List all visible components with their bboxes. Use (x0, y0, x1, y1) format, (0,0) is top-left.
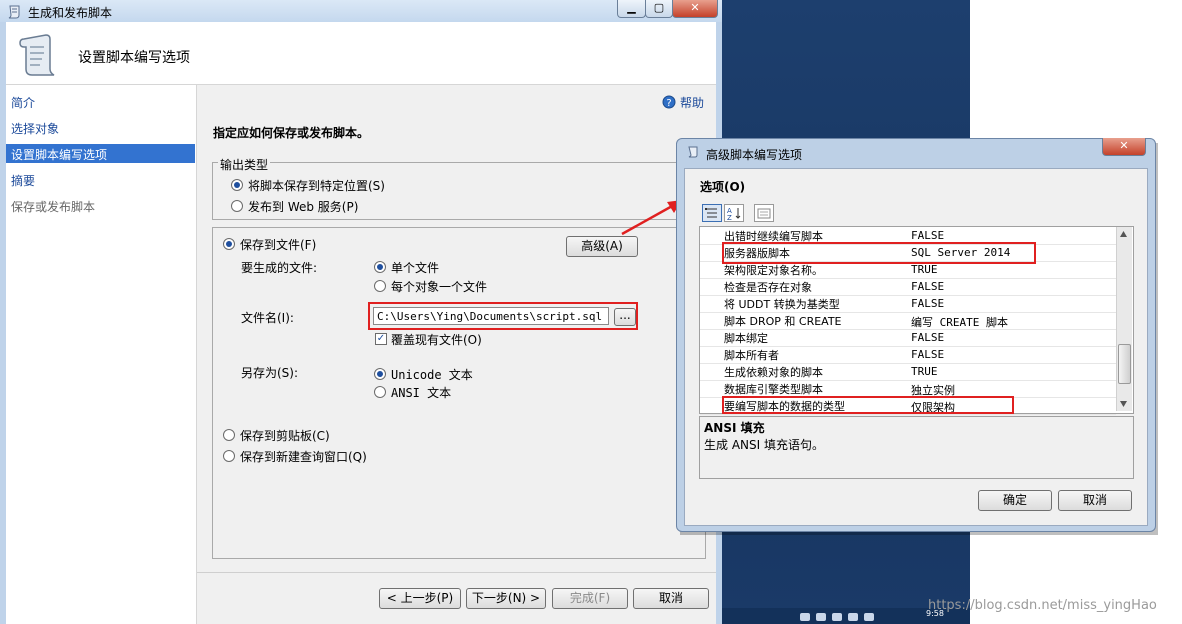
tray-icon[interactable] (848, 613, 858, 621)
single-file-label: 单个文件 (391, 261, 440, 275)
property-value[interactable]: TRUE (911, 365, 938, 378)
nav-item-summary[interactable]: 摘要 (11, 172, 35, 189)
advanced-button[interactable]: 高级(A) (566, 236, 638, 257)
categorized-view-button[interactable] (702, 204, 722, 222)
save-to-file-radio[interactable] (223, 238, 235, 250)
overwrite-label: 覆盖现有文件(O) (391, 333, 482, 347)
save-to-file-label: 保存到文件(F) (240, 238, 317, 252)
files-to-generate-label: 要生成的文件: (241, 261, 318, 275)
property-name: 检查是否存在对象 (724, 281, 812, 294)
maximize-button[interactable]: ▢ (645, 0, 673, 18)
ansi-radio[interactable] (374, 386, 386, 398)
unicode-radio[interactable] (374, 368, 386, 380)
property-name: 生成依赖对象的脚本 (724, 366, 823, 379)
wizard-title: 生成和发布脚本 (28, 6, 113, 20)
scroll-up-arrow-icon[interactable] (1119, 230, 1128, 238)
property-pages-button[interactable] (754, 204, 774, 222)
publish-web-radio[interactable] (231, 200, 243, 212)
close-button[interactable]: ✕ (672, 0, 718, 18)
watermark-text: https://blog.csdn.net/miss_yingHao (928, 598, 1157, 613)
file-per-object-radio[interactable] (374, 280, 386, 292)
publish-web-label: 发布到 Web 服务(P) (248, 200, 359, 214)
property-pages-icon (757, 208, 771, 219)
dialog-cancel-button[interactable]: 取消 (1058, 490, 1132, 511)
script-scroll-icon (19, 34, 55, 76)
scrollbar-thumb[interactable] (1118, 344, 1131, 384)
property-value[interactable]: 编写 CREATE 脚本 (911, 314, 1008, 330)
help-link[interactable]: 帮助 (680, 94, 704, 111)
save-new-query-radio[interactable] (223, 450, 235, 462)
property-value[interactable]: TRUE (911, 263, 938, 276)
page-title: 设置脚本编写选项 (78, 50, 190, 66)
cancel-button[interactable]: 取消 (633, 588, 709, 609)
options-label: 选项(O) (700, 180, 746, 194)
single-file-radio[interactable] (374, 261, 386, 273)
save-new-query-label: 保存到新建查询窗口(Q) (240, 450, 367, 464)
data-type-highlight-box (722, 396, 1014, 414)
script-icon (688, 146, 698, 158)
save-as-label: 另存为(S): (241, 366, 299, 380)
output-type-label: 输出类型 (218, 156, 271, 173)
ok-button[interactable]: 确定 (978, 490, 1052, 511)
save-to-location-label: 将脚本保存到特定位置(S) (248, 179, 385, 193)
next-button[interactable]: 下一步(N) > (466, 588, 546, 609)
property-value[interactable]: FALSE (911, 348, 944, 361)
description-title: ANSI 填充 (704, 421, 765, 435)
svg-text:?: ? (666, 98, 671, 109)
footer-divider (197, 572, 716, 573)
property-name: 脚本绑定 (724, 332, 768, 345)
save-options-group (212, 227, 706, 559)
nav-item-intro[interactable]: 简介 (11, 94, 35, 111)
description-text: 生成 ANSI 填充语句。 (704, 438, 824, 452)
filename-label: 文件名(I): (241, 311, 294, 325)
save-to-location-radio[interactable] (231, 179, 243, 191)
svg-text:Z: Z (727, 214, 732, 221)
property-name: 脚本所有者 (724, 349, 779, 362)
filename-highlight-box (368, 302, 638, 330)
nav-item-scripting-options[interactable]: 设置脚本编写选项 (11, 146, 107, 163)
instruction-text: 指定应如何保存或发布脚本。 (213, 126, 370, 140)
property-value[interactable]: FALSE (911, 229, 944, 242)
nav-item-select-objects[interactable]: 选择对象 (11, 120, 59, 137)
property-name: 将 UDDT 转换为基类型 (724, 298, 840, 311)
file-per-object-label: 每个对象一个文件 (391, 280, 488, 294)
finish-button[interactable]: 完成(F) (552, 588, 628, 609)
dialog-close-button[interactable]: ✕ (1102, 138, 1146, 156)
property-value[interactable]: FALSE (911, 331, 944, 344)
script-icon (8, 5, 20, 19)
tray-icon[interactable] (816, 613, 826, 621)
previous-button[interactable]: < 上一步(P) (379, 588, 461, 609)
tray-icon[interactable] (800, 613, 810, 621)
sort-az-icon: AZ (727, 207, 741, 222)
help-icon[interactable]: ? (662, 95, 676, 109)
save-clipboard-radio[interactable] (223, 429, 235, 441)
wizard-nav (6, 85, 197, 624)
alphabetical-view-button[interactable]: AZ (724, 204, 744, 222)
server-version-highlight-box (722, 242, 1036, 264)
dialog-title: 高级脚本编写选项 (706, 148, 803, 162)
overwrite-checkbox[interactable]: ✓ (375, 333, 387, 345)
unicode-label: Unicode 文本 (391, 368, 473, 382)
property-name: 脚本 DROP 和 CREATE (724, 315, 842, 328)
save-clipboard-label: 保存到剪贴板(C) (240, 429, 330, 443)
nav-item-save-publish: 保存或发布脚本 (11, 200, 96, 214)
scroll-down-arrow-icon[interactable] (1119, 400, 1128, 408)
tray-icon[interactable] (832, 613, 842, 621)
property-name: 数据库引擎类型脚本 (724, 383, 823, 396)
minimize-button[interactable]: ▁ (617, 0, 646, 18)
property-value[interactable]: FALSE (911, 297, 944, 310)
ansi-label: ANSI 文本 (391, 386, 452, 400)
property-value[interactable]: FALSE (911, 280, 944, 293)
volume-icon[interactable] (864, 613, 874, 621)
categorized-icon (705, 208, 717, 218)
property-name: 架构限定对象名称。 (724, 264, 823, 277)
